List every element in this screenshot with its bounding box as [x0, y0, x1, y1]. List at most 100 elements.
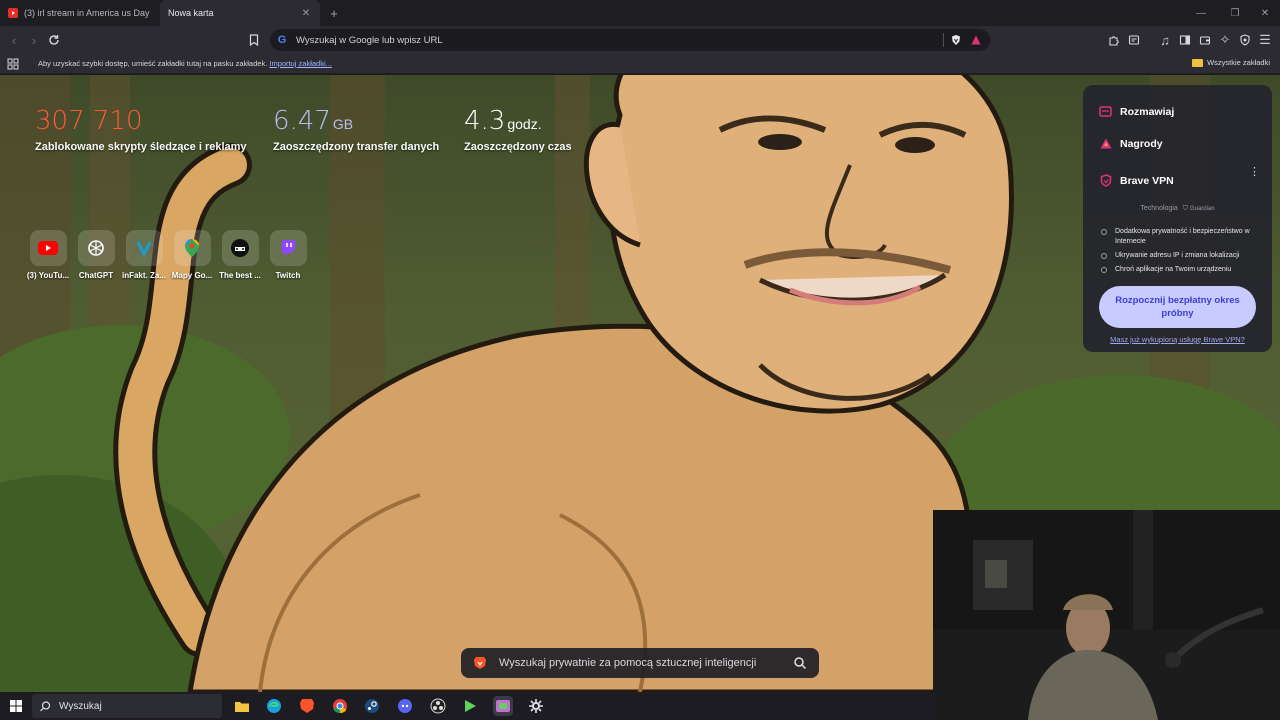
all-bookmarks-button[interactable]: Wszystkie zakładki — [1192, 58, 1270, 67]
import-bookmarks-link[interactable]: Importuj zakładki... — [269, 59, 332, 68]
sidebar-toggle-icon[interactable] — [1175, 30, 1195, 50]
top-site-chatgpt[interactable]: ChatGPT — [72, 230, 120, 280]
minimize-icon[interactable]: — — [1184, 0, 1218, 26]
site-label: The best ... — [219, 271, 261, 280]
talk-label: Rozmawiaj — [1120, 105, 1175, 118]
card-more-icon[interactable]: ⋮ — [1249, 165, 1260, 178]
vpn-benefits-list: Dodatkowa prywatność i bezpieczeństwo w … — [1101, 227, 1261, 279]
list-item: Dodatkowa prywatność i bezpieczeństwo w … — [1101, 227, 1261, 247]
webcam-feed-image — [933, 510, 1280, 720]
folder-icon — [1192, 58, 1204, 67]
reading-mode-icon[interactable] — [1124, 30, 1144, 50]
settings-gear-icon[interactable] — [526, 696, 546, 716]
leo-ai-icon[interactable]: ✧ — [1215, 30, 1235, 50]
vpn-label: Brave VPN — [1120, 174, 1174, 187]
menu-icon[interactable]: ☰ — [1255, 30, 1275, 50]
taskbar-search-label: Wyszukaj — [59, 700, 102, 712]
active-app-icon[interactable] — [493, 696, 513, 716]
reload-icon[interactable] — [44, 30, 64, 50]
close-tab-icon[interactable]: ✕ — [300, 8, 312, 19]
address-bar[interactable]: G Wyszukaj w Google lub wpisz URL — [270, 29, 990, 51]
edge-icon[interactable] — [264, 696, 284, 716]
tab-strip: (3) irl stream in America us Day 16 of N… — [0, 0, 1280, 26]
vpn-shield-icon — [1099, 174, 1112, 187]
apps-grid-icon[interactable] — [7, 58, 19, 70]
benefit-text: Ukrywanie adresu IP i zmiana lokalizacji — [1115, 252, 1240, 259]
vpn-icon[interactable] — [1235, 30, 1255, 50]
brave-services-card: Rozmawiaj Nagrody Brave VPN ⋮ Technologi… — [1083, 85, 1272, 352]
check-icon — [1101, 229, 1107, 235]
top-site-twitch[interactable]: Twitch — [264, 230, 312, 280]
all-bookmarks-label: Wszystkie zakładki — [1207, 58, 1270, 67]
rewards-icon — [1099, 137, 1112, 150]
wallet-icon[interactable] — [1195, 30, 1215, 50]
extensions-icon[interactable] — [1104, 30, 1124, 50]
top-site-infakt[interactable]: inFakt. Za... — [120, 230, 168, 280]
close-window-icon[interactable]: ✕ — [1248, 0, 1280, 26]
benefit-text: Chroń aplikacje na Twoim urządzeniu — [1115, 266, 1232, 273]
forward-icon[interactable]: › — [24, 30, 44, 50]
top-site-google-maps[interactable]: Mapy Go... — [168, 230, 216, 280]
stat-label: Zablokowane skrypty śledzące i reklamy — [35, 141, 247, 153]
site-tile[interactable] — [77, 230, 115, 266]
brave-taskbar-icon[interactable] — [297, 696, 317, 716]
tab-title: (3) irl stream in America us Day 16 of — [24, 8, 152, 18]
file-explorer-icon[interactable] — [232, 696, 252, 716]
brave-rewards-icon[interactable] — [970, 34, 982, 46]
stat-unit: godz. — [507, 116, 542, 132]
taskbar-search[interactable]: Wyszukaj — [32, 694, 222, 718]
tab-youtube-stream[interactable]: (3) irl stream in America us Day 16 of — [0, 0, 160, 26]
discord-icon[interactable] — [395, 696, 415, 716]
list-item: Ukrywanie adresu IP i zmiana lokalizacji — [1101, 251, 1261, 261]
bookmarks-bar: Aby uzyskać szybki dostęp, umieść zakład… — [0, 54, 1280, 74]
talk-icon — [1099, 105, 1112, 118]
new-tab-button[interactable]: + — [324, 3, 344, 23]
tab-new-tab[interactable]: Nowa karta ✕ — [160, 0, 320, 26]
top-site-the-best[interactable]: The best ... — [216, 230, 264, 280]
steam-icon[interactable] — [362, 696, 382, 716]
chatgpt-icon — [88, 240, 104, 256]
site-tile[interactable] — [221, 230, 259, 266]
windows-start-button[interactable] — [0, 692, 32, 720]
address-placeholder: Wyszukaj w Google lub wpisz URL — [296, 34, 443, 46]
obs-icon[interactable] — [428, 696, 448, 716]
talk-item[interactable]: Rozmawiaj — [1099, 105, 1174, 118]
media-player-icon[interactable] — [460, 696, 480, 716]
vpn-item[interactable]: Brave VPN — [1099, 174, 1174, 187]
check-icon — [1101, 267, 1107, 273]
webcam-overlay — [933, 510, 1280, 720]
rewards-label: Nagrody — [1120, 137, 1163, 150]
infakt-icon — [136, 241, 152, 257]
brave-shields-icon[interactable] — [950, 34, 962, 46]
tab-title: Nowa karta — [168, 8, 214, 18]
site-tile[interactable] — [173, 230, 211, 266]
google-icon: G — [277, 34, 287, 46]
benefit-text: Dodatkowa prywatność i bezpieczeństwo w … — [1115, 228, 1250, 245]
stat-blocked-trackers: 307 710 Zablokowane skrypty śledzące i r… — [35, 107, 247, 153]
bookmark-icon[interactable] — [244, 30, 264, 50]
ai-search-bar[interactable]: Wyszukaj prywatnie za pomocą sztucznej i… — [461, 648, 819, 678]
windows-logo-icon — [10, 700, 22, 712]
back-icon[interactable]: ‹ — [4, 30, 24, 50]
site-tile[interactable] — [29, 230, 67, 266]
top-site-youtube[interactable]: (3) YouTu... — [24, 230, 72, 280]
site-tile[interactable] — [125, 230, 163, 266]
ai-search-placeholder: Wyszukaj prywatnie za pomocą sztucznej i… — [499, 657, 757, 669]
stat-unit: GB — [332, 116, 354, 132]
site-tile[interactable] — [269, 230, 307, 266]
divider — [943, 33, 944, 47]
start-free-trial-button[interactable]: Rozpocznij bezpłatny okres próbny — [1099, 286, 1256, 328]
search-icon — [40, 700, 51, 711]
bookmarks-prompt: Aby uzyskać szybki dostęp, umieść zakład… — [38, 59, 332, 68]
search-icon[interactable] — [793, 656, 807, 670]
rewards-item[interactable]: Nagrody — [1099, 137, 1163, 150]
technology-credit: Technologia ⛉ Guardian — [1083, 205, 1272, 213]
media-music-icon[interactable]: ♫ — [1155, 30, 1175, 50]
stat-value: 6.47 — [273, 106, 331, 136]
tech-brand: Guardian — [1189, 206, 1215, 212]
youtube-icon — [38, 241, 58, 255]
chrome-icon[interactable] — [330, 696, 350, 716]
restore-icon[interactable]: ❐ — [1218, 0, 1252, 26]
already-purchased-link[interactable]: Masz już wykupioną usługę Brave VPN? — [1083, 335, 1272, 344]
bookmarks-prompt-text: Aby uzyskać szybki dostęp, umieść zakład… — [38, 59, 268, 68]
